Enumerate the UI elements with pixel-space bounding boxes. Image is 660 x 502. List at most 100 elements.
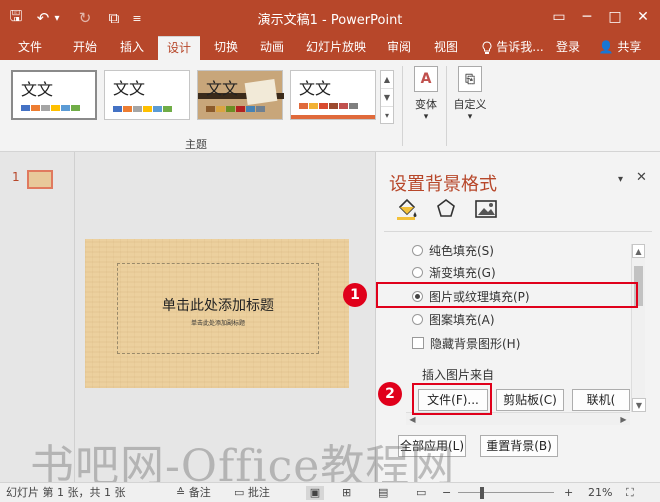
slide-subtitle[interactable]: 单击此处添加副标题 [118,318,318,327]
option-hide-background[interactable]: 隐藏背景图形(H) [412,334,520,352]
comments-icon: ▭ [234,486,245,499]
radio-gradient-fill[interactable] [412,266,423,278]
clipboard-button[interactable]: 剪贴板(C) [496,389,564,411]
option-label: 纯色填充(S) [429,243,494,258]
variants-label: 变体 [415,98,437,111]
bulb-icon [480,36,494,60]
customize-button[interactable]: ⎘ 自定义 ▾ [450,66,490,122]
pane-title: 设置背景格式 [389,174,497,195]
maximize-icon[interactable]: □ [604,6,626,28]
option-pattern-fill[interactable]: 图案填充(A) [412,310,495,328]
scroll-right-icon[interactable]: ▶ [617,413,630,426]
slideshow-view-icon[interactable]: ▭ [416,486,426,500]
ribbon-design: 文文 文文 文文 文文 ▲ ▼ ▾ 主题 A 变体 ▾ ⎘ 自定义 ▾ [0,60,660,152]
gallery-more-icon[interactable]: ▾ [381,107,393,125]
zoom-slider[interactable] [458,492,554,493]
redo-icon[interactable]: ↻ [76,7,94,29]
reading-view-icon[interactable]: ▤ [378,486,388,500]
share-label: 共享 [617,40,642,54]
undo-dropdown-icon[interactable]: ▾ [52,7,62,29]
customize-label: 自定义 [453,98,487,111]
notes-button[interactable]: ≙ 备注 [176,486,211,500]
tell-me-search[interactable]: 告诉我... [494,36,546,60]
scroll-up-icon[interactable]: ▲ [632,244,645,258]
step-marker-1: 1 [343,283,367,307]
checkbox-hide-background[interactable] [412,337,424,349]
variants-button[interactable]: A 变体 ▾ [406,66,446,122]
theme-gallery-scroll[interactable]: ▲ ▼ ▾ [380,70,394,124]
theme-label: 文文 [113,79,146,98]
close-icon[interactable]: ✕ [632,6,654,28]
tab-review[interactable]: 审阅 [382,36,416,60]
slide-count-status: 幻灯片 第 1 张，共 1 张 [6,486,126,499]
normal-view-icon[interactable]: ▣ [306,486,324,500]
fit-to-window-icon[interactable]: ⛶ [626,486,634,500]
theme-color-bars [206,106,265,112]
pane-close-icon[interactable]: ✕ [636,170,647,185]
title-placeholder[interactable]: 单击此处添加标题 单击此处添加副标题 [117,263,319,354]
slide-canvas[interactable]: 单击此处添加标题 单击此处添加副标题 [85,239,349,388]
theme-thumbnail-2[interactable]: 文文 [104,70,190,120]
zoom-out-icon[interactable]: − [442,486,451,500]
customize-dropdown-icon: ▾ [467,112,473,122]
scroll-down-icon[interactable]: ▼ [632,398,646,412]
theme-color-bars [21,105,80,111]
undo-icon[interactable]: ↶ [34,7,52,29]
tab-transitions[interactable]: 切换 [206,36,246,60]
gallery-up-icon[interactable]: ▲ [381,71,393,89]
slide-sorter-icon[interactable]: ⊞ [342,486,351,500]
option-solid-fill[interactable]: 纯色填充(S) [412,241,494,259]
gallery-down-icon[interactable]: ▼ [381,89,393,107]
zoom-in-icon[interactable]: + [564,486,573,500]
effects-pentagon-icon[interactable] [434,197,458,221]
theme-color-bars [113,106,172,112]
tab-insert[interactable]: 插入 [112,36,152,60]
slide-number: 1 [12,170,20,184]
tab-design[interactable]: 设计 [158,36,200,60]
step-marker-2: 2 [378,382,402,406]
slide-title[interactable]: 单击此处添加标题 [118,295,318,315]
present-icon[interactable]: ⧉ [104,7,124,29]
insert-picture-from-label: 插入图片来自 [422,368,495,382]
variants-icon: A [414,66,438,92]
ribbon-separator [446,66,447,146]
tab-animations[interactable]: 动画 [252,36,292,60]
option-label: 图案填充(A) [429,312,495,327]
theme-label: 文文 [299,79,332,98]
radio-pattern-fill[interactable] [412,313,423,325]
radio-solid-fill[interactable] [412,244,423,256]
login-link[interactable]: 登录 [552,36,584,60]
tab-view[interactable]: 视图 [426,36,466,60]
pane-vertical-scrollbar[interactable]: ▲ ▼ [631,244,646,412]
themes-group-label: 主题 [185,138,207,151]
theme-thumbnail-3[interactable]: 文文 [197,70,284,120]
fill-bucket-icon[interactable] [394,197,418,221]
picture-icon[interactable] [474,197,498,221]
zoom-slider-thumb[interactable] [480,487,484,499]
highlight-picture-fill [376,282,638,308]
theme-thumbnail-4[interactable]: 文文 [290,70,376,120]
notes-icon: ≙ [176,486,186,499]
customize-toolbar-icon[interactable]: ≡ [130,7,144,29]
notes-label: 备注 [188,486,211,499]
option-gradient-fill[interactable]: 渐变填充(G) [412,263,496,281]
save-icon[interactable]: 🖫 [6,7,26,29]
slide-thumbnail[interactable] [27,170,53,189]
tab-home[interactable]: 开始 [62,36,108,60]
theme-thumbnail-1[interactable]: 文文 [11,70,97,120]
comments-button[interactable]: ▭ 批注 [234,486,270,500]
zoom-level[interactable]: 21% [588,486,612,500]
ribbon-display-icon[interactable]: ▭ [548,6,570,28]
pane-options-icon[interactable]: ▾ [618,174,623,185]
theme-color-bars [299,103,358,109]
online-button[interactable]: 联机( [572,389,630,411]
theme-bottom-stripe [291,115,375,119]
highlight-file-button [412,383,492,415]
window-title: 演示文稿1 - PowerPoint [257,13,403,28]
theme-label: 文文 [206,79,239,98]
reset-background-button[interactable]: 重置背景(B) [480,435,558,457]
share-button[interactable]: 👤 共享 [590,36,650,60]
minimize-icon[interactable]: ─ [576,6,598,28]
tab-slideshow[interactable]: 幻灯片放映 [298,36,374,60]
tab-file[interactable]: 文件 [8,36,52,60]
